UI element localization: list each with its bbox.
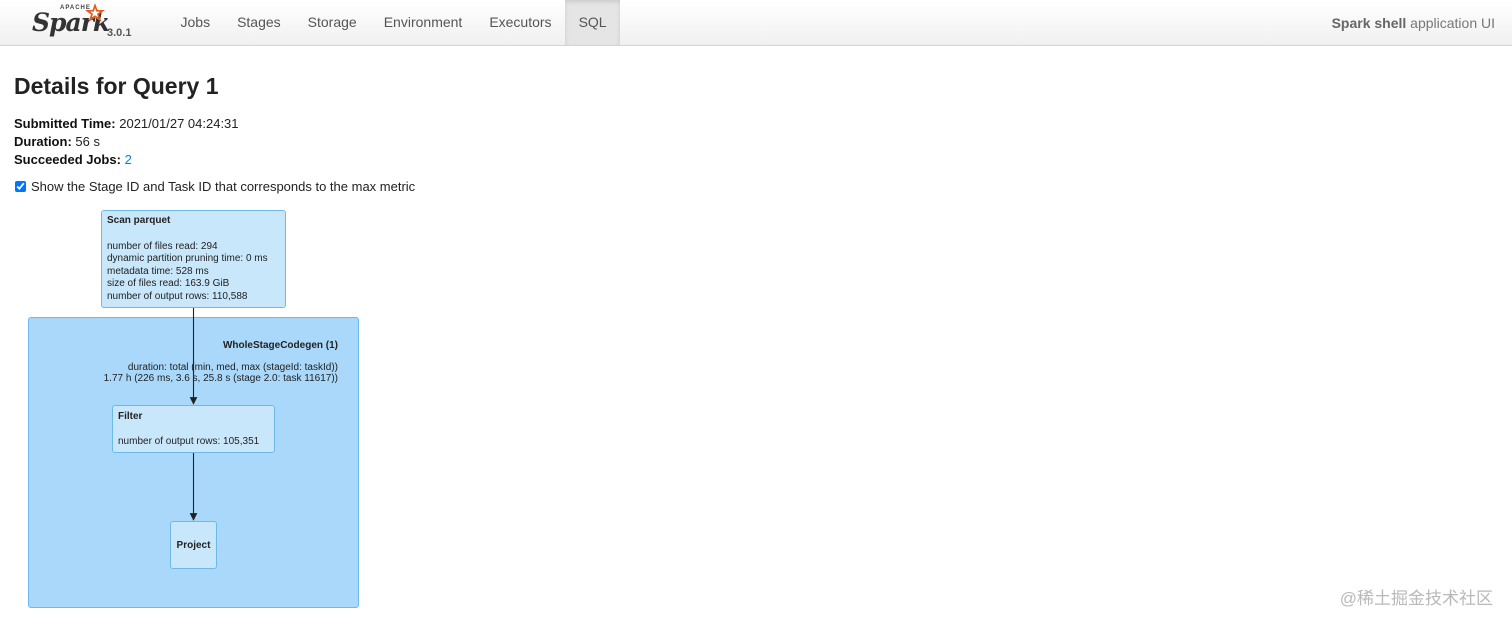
navbar: APACHE Spark 3.0.1 Jobs Stages Storage E… (0, 0, 1512, 46)
duration-label: Duration: (14, 134, 72, 149)
submitted-time-value: 2021/01/27 04:24:31 (119, 116, 239, 131)
duration-value: 56 s (75, 134, 100, 149)
plan-edges (189, 308, 198, 521)
show-stage-task-id-option[interactable]: Show the Stage ID and Task ID that corre… (14, 179, 415, 194)
watermark-text: @稀土掘金技术社区 (1339, 589, 1493, 608)
succeeded-jobs-link[interactable]: 2 (125, 152, 132, 167)
tab-storage[interactable]: Storage (294, 0, 370, 45)
succeeded-jobs-label: Succeeded Jobs: (14, 152, 121, 167)
submitted-time-row: Submitted Time: 2021/01/27 04:24:31 (14, 115, 239, 133)
query-summary: Submitted Time: 2021/01/27 04:24:31 Dura… (14, 115, 239, 169)
spark-version: 3.0.1 (107, 27, 132, 39)
tab-environment[interactable]: Environment (370, 0, 476, 45)
app-suffix: application UI (1406, 15, 1495, 31)
spark-logo[interactable]: APACHE Spark 3.0.1 (30, 2, 140, 44)
spark-star-icon (85, 3, 105, 22)
tab-stages[interactable]: Stages (224, 0, 295, 45)
tab-sql[interactable]: SQL (565, 0, 621, 45)
app-title: Spark shell application UI (1332, 0, 1495, 46)
app-name: Spark shell (1331, 15, 1407, 31)
duration-row: Duration: 56 s (14, 133, 239, 151)
page-title: Details for Query 1 (14, 73, 219, 99)
tab-jobs[interactable]: Jobs (167, 0, 224, 45)
show-stage-task-id-label: Show the Stage ID and Task ID that corre… (31, 179, 416, 194)
tab-executors[interactable]: Executors (476, 0, 565, 45)
succeeded-jobs-row: Succeeded Jobs: 2 (14, 151, 239, 169)
show-stage-task-id-checkbox[interactable] (15, 181, 26, 192)
submitted-time-label: Submitted Time: (14, 116, 116, 131)
plan-graph: WholeStageCodegen (1) duration: total (m… (0, 200, 420, 620)
nav-tabs: Jobs Stages Storage Environment Executor… (167, 0, 621, 46)
